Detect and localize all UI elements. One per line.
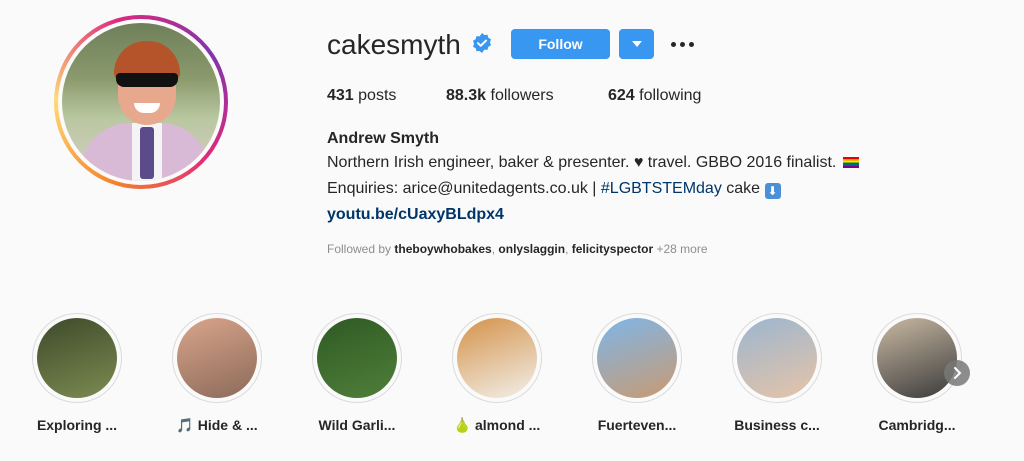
profile-avatar[interactable] [54,15,228,189]
bio-text-1a: Northern Irish engineer, baker & present… [327,154,630,171]
profile-website-link[interactable]: youtu.be/cUaxyBLdpx4 [327,206,504,224]
followed-by-more: +28 more [656,242,708,256]
caret-down-icon [631,41,642,47]
more-options-icon[interactable] [667,31,697,57]
bio-line-2: Enquiries: arice@unitedagents.co.uk | #L… [327,178,781,200]
highlight-cover [737,318,817,398]
chevron-right-icon [954,367,962,379]
avatar-photo [62,23,220,181]
highlight-label: Cambridg... [878,417,956,433]
follow-button[interactable]: Follow [511,29,610,59]
following-stat[interactable]: 624 following [608,86,701,106]
highlight-label: Business c... [734,417,820,433]
rainbow-flag-icon [842,157,859,168]
bio-line-1: Northern Irish engineer, baker & present… [327,152,859,174]
highlight-label: Exploring ... [36,417,118,433]
followed-by-user: felicityspector [571,242,654,256]
posts-stat: 431 posts [327,86,396,106]
highlight-item[interactable]: 🍐 almond ... [451,313,543,434]
followers-stat[interactable]: 88.3k followers [446,86,554,106]
highlight-item[interactable]: 🎵 Hide & ... [171,313,263,434]
bio-text-1b: travel. GBBO 2016 finalist. [647,154,837,171]
highlight-label: Wild Garli... [318,417,396,433]
highlight-item[interactable]: Fuerteven... [591,313,683,433]
followers-label: followers [490,87,554,104]
down-arrow-icon: ⬇ [764,183,781,199]
highlight-cover [317,318,397,398]
highlight-cover [177,318,257,398]
verified-badge-icon [473,33,491,53]
highlight-cover [877,318,957,398]
following-count: 624 [608,87,635,104]
followed-by-user: theboywhobakes [394,242,492,256]
highlight-item[interactable]: Business c... [731,313,823,433]
highlights-next-button[interactable] [944,360,970,386]
followed-by[interactable]: Followed by theboywhobakes, onlyslaggin,… [327,242,708,256]
suggested-accounts-dropdown-button[interactable] [619,29,654,59]
bio-text-2b: cake [726,180,761,197]
black-heart-icon: ♥ [633,154,644,171]
followed-by-prefix: Followed by [327,242,392,256]
posts-label: posts [358,87,397,104]
full-name: Andrew Smyth [327,130,440,147]
following-label: following [639,87,702,104]
highlight-label: Fuerteven... [597,417,677,433]
followed-by-user: onlyslaggin [498,242,566,256]
highlight-item[interactable]: Wild Garli... [311,313,403,433]
highlight-cover [37,318,117,398]
highlight-item[interactable]: Exploring ... [31,313,123,433]
followers-count: 88.3k [446,87,487,104]
username-heading: cakesmyth [327,29,461,60]
highlight-label: 🎵 Hide & ... [176,417,258,433]
highlight-cover [457,318,537,398]
posts-count: 431 [327,87,354,104]
highlight-cover [597,318,677,398]
bio-text-2a: Enquiries: arice@unitedagents.co.uk | [327,180,597,197]
hashtag-link[interactable]: #LGBTSTEMday [601,180,722,197]
highlight-label: 🍐 almond ... [453,417,541,433]
